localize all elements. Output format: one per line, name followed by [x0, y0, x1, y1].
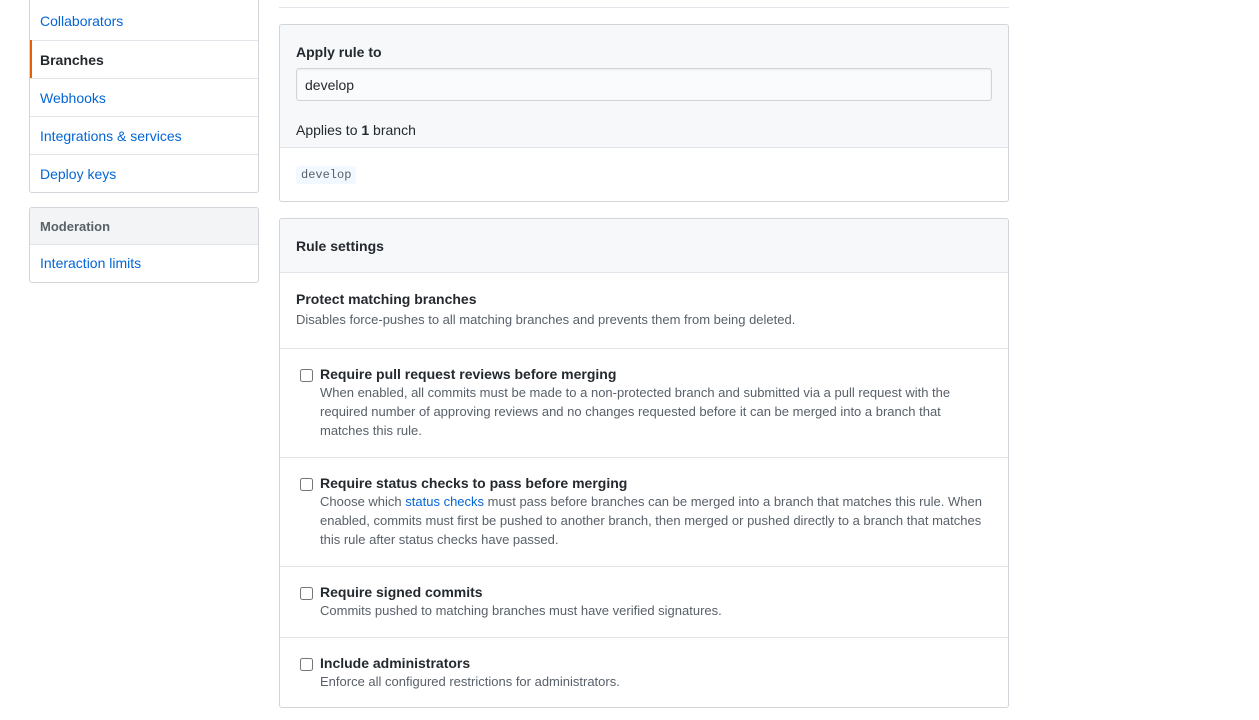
applies-to-text: Applies to 1 branch	[296, 122, 416, 138]
applies-prefix: Applies to	[296, 122, 362, 138]
option-require-reviews: Require pull request reviews before merg…	[280, 349, 1008, 458]
moderation-heading: Moderation	[30, 208, 258, 245]
moderation-menu: Moderation Interaction limits	[29, 207, 259, 283]
applies-suffix: branch	[369, 122, 416, 138]
sidebar-item-integrations-services[interactable]: Integrations & services	[30, 116, 258, 154]
protect-section: Protect matching branches Disables force…	[280, 273, 1008, 349]
sidebar-item-interaction-limits[interactable]: Interaction limits	[30, 245, 258, 282]
option-description: Enforce all configured restrictions for …	[320, 674, 620, 689]
applies-count: 1	[361, 122, 370, 138]
apply-rule-label: Apply rule to	[296, 44, 382, 60]
sidebar-item-deploy-keys[interactable]: Deploy keys	[30, 154, 258, 192]
rule-settings-box: Rule settings Protect matching branches …	[279, 218, 1009, 708]
require-status-checks-checkbox[interactable]	[300, 478, 313, 491]
option-include-administrators: Include administrators Enforce all confi…	[280, 638, 1008, 707]
sidebar-item-collaborators[interactable]: Collaborators	[30, 0, 258, 40]
divider	[279, 7, 1009, 8]
option-title[interactable]: Include administrators	[320, 655, 992, 671]
option-require-signed-commits: Require signed commits Commits pushed to…	[280, 567, 1008, 638]
sidebar-item-branches[interactable]: Branches	[30, 40, 258, 78]
settings-sidebar-menu: Collaborators Branches Webhooks Integrat…	[29, 0, 259, 193]
option-require-status-checks: Require status checks to pass before mer…	[280, 458, 1008, 567]
require-signed-commits-checkbox[interactable]	[300, 587, 313, 600]
branch-pattern-input[interactable]	[296, 68, 992, 101]
include-administrators-checkbox[interactable]	[300, 658, 313, 671]
option-description: Commits pushed to matching branches must…	[320, 603, 722, 618]
option-title[interactable]: Require signed commits	[320, 584, 992, 600]
apply-rule-header: Apply rule to Applies to 1 branch	[280, 25, 1008, 148]
desc-before: Choose which	[320, 494, 406, 509]
rule-settings-heading: Rule settings	[280, 219, 1008, 273]
apply-rule-box: Apply rule to Applies to 1 branch develo…	[279, 24, 1009, 202]
option-description: When enabled, all commits must be made t…	[320, 385, 951, 438]
status-checks-link[interactable]: status checks	[405, 494, 484, 509]
sidebar-item-webhooks[interactable]: Webhooks	[30, 78, 258, 116]
option-description: Choose which status checks must pass bef…	[320, 492, 992, 549]
protect-title: Protect matching branches	[296, 291, 477, 307]
require-reviews-checkbox[interactable]	[300, 369, 313, 382]
option-title[interactable]: Require status checks to pass before mer…	[320, 475, 992, 491]
option-title[interactable]: Require pull request reviews before merg…	[320, 366, 992, 382]
protect-description: Disables force-pushes to all matching br…	[296, 312, 796, 327]
matched-branch-chip: develop	[296, 166, 357, 184]
